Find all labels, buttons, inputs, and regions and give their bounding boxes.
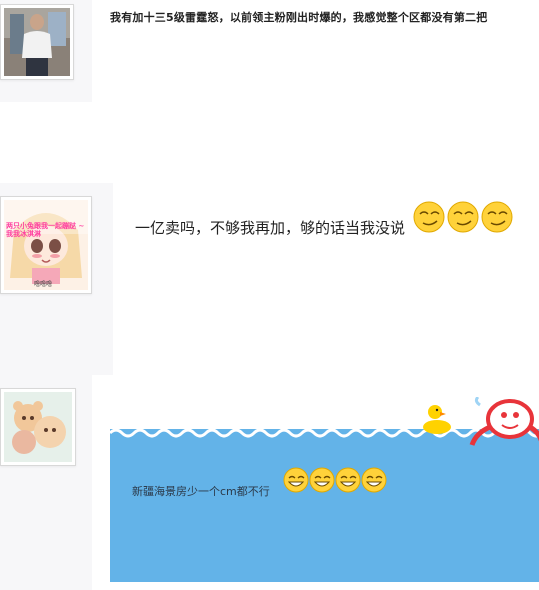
- avatar[interactable]: [0, 388, 76, 466]
- avatar[interactable]: 两只小兔跟我一起蹦跶 ~ 我我冰淇淋 噜噜噜: [0, 196, 92, 294]
- cartoon-bear-icon: [4, 392, 72, 462]
- avatar-overlay-text: 两只小兔跟我一起蹦跶 ~ 我我冰淇淋: [6, 222, 85, 238]
- grin-face-icon: [335, 467, 361, 493]
- rubber-duck-icon: [423, 405, 451, 434]
- grin-face-icon: [309, 467, 335, 493]
- smirk-face-icon: [413, 201, 445, 233]
- post-2: 两只小兔跟我一起蹦跶 ~ 我我冰淇淋 噜噜噜 一亿卖吗，不够我再加，够的话当我没…: [0, 183, 539, 375]
- smirk-face-icon: [481, 201, 513, 233]
- person-photo-icon: [4, 8, 70, 76]
- smirk-face-icon: [447, 201, 479, 233]
- grin-face-icon: [361, 467, 387, 493]
- anime-girl-icon: 两只小兔跟我一起蹦跶 ~ 我我冰淇淋 噜噜噜: [4, 200, 88, 290]
- emoji-row: [412, 199, 522, 239]
- post-1: 我有加十三5级雷霆怒，以前领主粉刚出时爆的，我感觉整个区都没有第二把: [0, 0, 539, 180]
- avatar[interactable]: [0, 4, 74, 80]
- post-text: 我有加十三5级雷霆怒，以前领主粉刚出时爆的，我感觉整个区都没有第二把: [110, 11, 488, 24]
- post-3: 新疆海景房少一个cm都不行: [0, 375, 539, 590]
- avatar-caption: 噜噜噜: [34, 281, 53, 288]
- grin-face-icon: [283, 467, 309, 493]
- emoji-row: [283, 466, 389, 498]
- post-text: 一亿卖吗，不够我再加，够的话当我没说: [135, 219, 406, 237]
- post-text: 新疆海景房少一个cm都不行: [132, 485, 270, 498]
